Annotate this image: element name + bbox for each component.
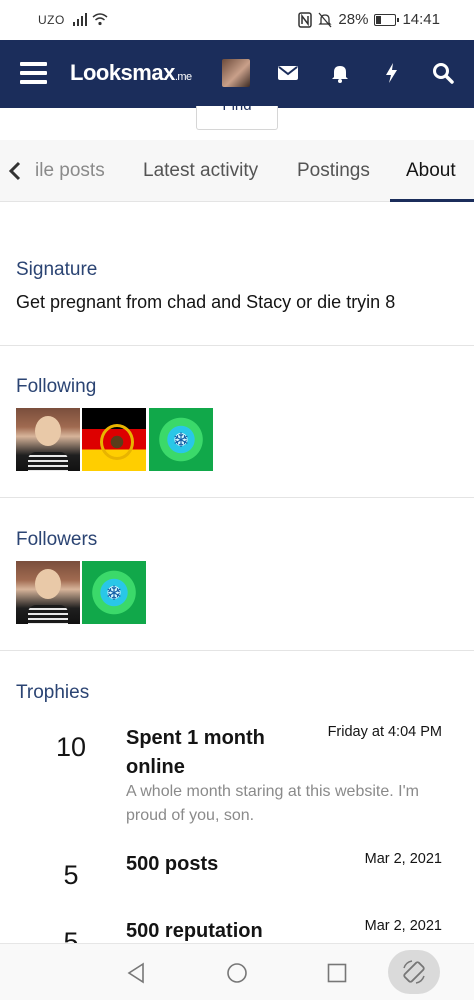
divider (0, 497, 474, 498)
rotate-icon (403, 960, 425, 984)
battery-percent: 28% (338, 11, 369, 28)
signature-heading: Signature (16, 259, 98, 280)
tab-about[interactable]: About (406, 160, 456, 182)
chevron-left-icon[interactable] (6, 160, 24, 182)
trophy-date: Mar 2, 2021 (364, 918, 442, 934)
trophy-name: Spent 1 month online (126, 727, 265, 778)
home-circle-icon[interactable] (226, 962, 248, 984)
carrier-label: UZO (38, 13, 65, 27)
menu-icon[interactable] (20, 62, 47, 84)
tab-profile-posts[interactable]: ile posts (35, 160, 105, 182)
tab-postings[interactable]: Postings (297, 160, 370, 182)
rotate-screen-button[interactable] (388, 950, 440, 994)
divider (0, 345, 474, 346)
following-heading: Following (16, 376, 97, 397)
search-icon[interactable] (432, 62, 454, 84)
follower-avatar-person[interactable] (16, 561, 80, 624)
battery-icon (374, 13, 400, 26)
site-logo[interactable]: Looksmax.me (70, 60, 192, 86)
wifi-icon (92, 13, 108, 26)
status-bar: UZO 28% 14:41 (0, 0, 474, 40)
following-avatar-flag[interactable] (82, 408, 146, 471)
trophy-date: Mar 2, 2021 (364, 851, 442, 867)
envelope-icon[interactable] (277, 62, 299, 84)
following-avatar-person[interactable] (16, 408, 80, 471)
back-triangle-icon[interactable] (126, 962, 148, 984)
site-navbar: Looksmax.me (0, 40, 474, 108)
recents-square-icon[interactable] (326, 962, 348, 984)
user-avatar[interactable] (222, 59, 250, 87)
find-button[interactable]: Find (196, 106, 278, 130)
following-avatar-snowflake[interactable] (149, 408, 213, 471)
signal-icon (73, 13, 87, 26)
active-tab-indicator (390, 199, 474, 202)
trophy-description: A whole month staring at this website. I… (126, 783, 419, 824)
trophy-name: 500 posts (126, 853, 219, 875)
clock: 14:41 (402, 11, 440, 28)
bell-icon[interactable] (329, 62, 351, 84)
trophy-points: 5 (63, 860, 79, 890)
system-nav-bar (0, 943, 474, 1000)
signature-text: Get pregnant from chad and Stacy or die … (16, 292, 396, 312)
mute-bell-icon (318, 12, 332, 27)
nfc-icon (298, 11, 313, 28)
divider (0, 650, 474, 651)
trophy-date: Friday at 4:04 PM (327, 724, 442, 740)
trophies-heading: Trophies (16, 682, 90, 703)
trophy-points: 10 (55, 732, 87, 762)
followers-heading: Followers (16, 529, 98, 550)
follower-avatar-snowflake[interactable] (82, 561, 146, 624)
bolt-icon[interactable] (381, 62, 403, 84)
profile-tabs: ile posts Latest activity Postings About (0, 140, 474, 202)
tab-latest-activity[interactable]: Latest activity (143, 160, 258, 182)
trophy-name: 500 reputation (126, 920, 263, 942)
